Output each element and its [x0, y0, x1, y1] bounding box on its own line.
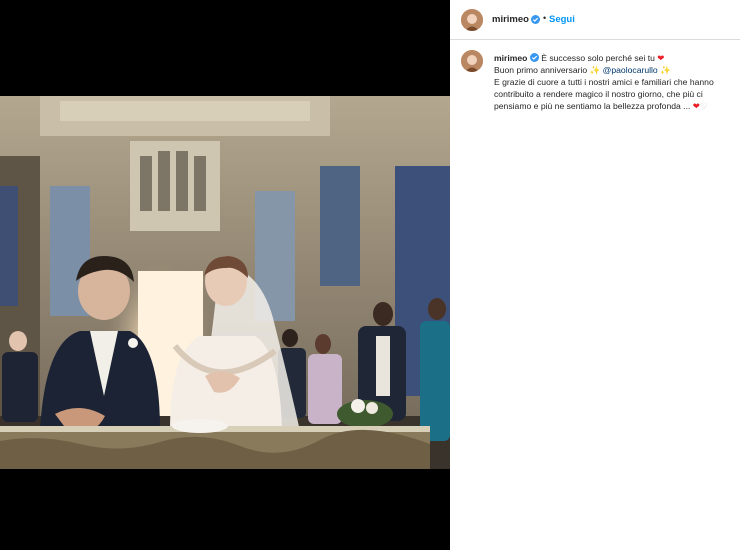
post-info-pane: mirimeo • Segui mirimeo È successo solo … [450, 0, 740, 550]
avatar[interactable] [461, 9, 483, 31]
caption-username[interactable]: mirimeo [494, 53, 527, 63]
verified-badge-icon [531, 15, 540, 24]
heart-emoji: ❤ [657, 53, 665, 63]
sparkles-emoji: ✨ [660, 65, 671, 75]
heart-emoji: ❤ [692, 101, 700, 111]
verified-badge-icon [529, 53, 539, 62]
caption-line-1: È successo solo perché sei tu [541, 53, 655, 63]
post-media-pane [0, 0, 450, 550]
caption-text: mirimeo È successo solo perché sei tu ❤ … [494, 52, 734, 112]
post-header: mirimeo • Segui [450, 0, 740, 40]
wedding-photo-illustration [0, 96, 450, 469]
follow-button[interactable]: Segui [549, 14, 575, 25]
mention-link[interactable]: @paolocarullo [603, 65, 658, 75]
caption-line-3: E grazie di cuore a tutti i nostri amici… [494, 77, 714, 111]
username[interactable]: mirimeo [492, 14, 529, 25]
avatar-image [461, 9, 483, 31]
caption-avatar[interactable] [461, 50, 483, 72]
wedding-photo[interactable] [0, 96, 450, 469]
separator-dot: • [543, 13, 547, 23]
caption-line-2: Buon primo anniversario [494, 65, 588, 75]
white-heart-emoji: ♡ [699, 101, 708, 111]
avatar-image [461, 50, 483, 72]
sparkles-emoji: ✨ [589, 65, 601, 75]
